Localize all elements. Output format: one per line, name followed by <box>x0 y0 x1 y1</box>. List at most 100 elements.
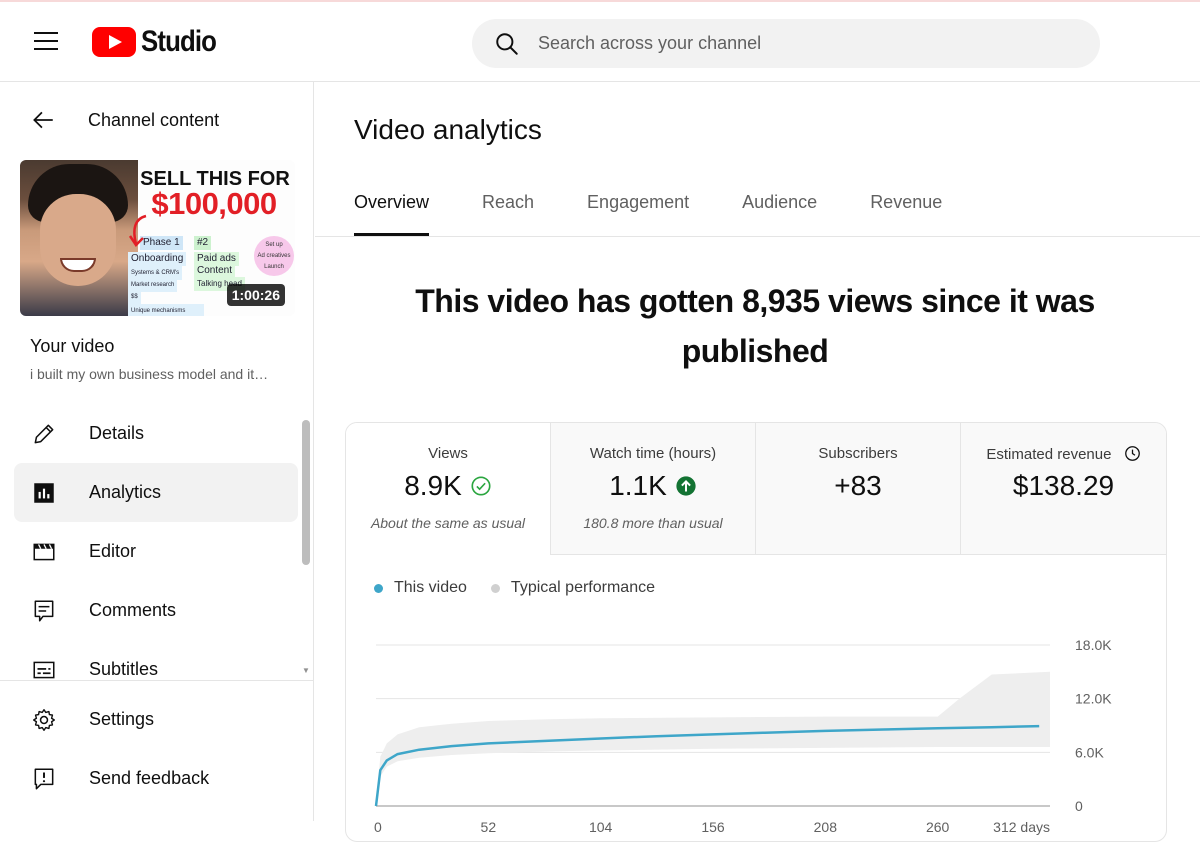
clapperboard-icon <box>33 543 55 560</box>
sidebar-item-label: Settings <box>89 709 155 729</box>
sidebar-item-label: Analytics <box>89 482 162 502</box>
x-tick-label: 52 <box>481 819 497 835</box>
sidebar-divider <box>0 680 314 681</box>
page-title: Video analytics <box>354 114 542 145</box>
sidebar-item-label: Comments <box>89 600 177 620</box>
overview-card: Views 8.9K About the same as usual Watch… <box>345 422 1167 842</box>
menu-icon[interactable] <box>34 32 58 52</box>
legend-dot-icon <box>374 583 383 593</box>
x-tick-label: 156 <box>701 819 725 835</box>
tab-engagement[interactable]: Engagement <box>587 192 689 236</box>
search-bar[interactable] <box>472 19 1100 68</box>
sidebar-item-label: Subtitles <box>89 659 159 679</box>
sidebar-item-settings[interactable]: Settings <box>14 690 298 749</box>
tab-reach[interactable]: Reach <box>482 192 534 236</box>
tab-audience[interactable]: Audience <box>742 192 817 236</box>
search-icon[interactable] <box>494 31 520 57</box>
clock-icon[interactable] <box>1124 445 1141 462</box>
typical-performance-band <box>376 671 1050 806</box>
metric-note: About the same as usual <box>370 515 526 531</box>
thumbnail-headline-2: $100,000 <box>151 186 277 221</box>
metric-subscribers[interactable]: Subscribers +83 <box>756 423 961 555</box>
sidebar-item-details[interactable]: Details <box>14 404 298 463</box>
metric-value: $138.29 <box>1012 470 1115 501</box>
legend-label: Typical performance <box>510 579 655 596</box>
tab-revenue[interactable]: Revenue <box>870 192 942 236</box>
sidebar-item-send-feedback[interactable]: Send feedback <box>14 749 298 808</box>
sidebar-item-subtitles[interactable]: Subtitles <box>14 640 298 680</box>
views-headline: This video has gotten 8,935 views since … <box>415 283 1095 369</box>
thumbnail-setup: Set up <box>265 242 283 248</box>
metric-label-row: Estimated revenue <box>961 445 1166 463</box>
legend-label: This video <box>394 579 467 596</box>
subtitles-icon <box>33 661 55 678</box>
tabs-divider <box>315 236 1200 237</box>
thumbnail-person <box>20 160 138 316</box>
sidebar: Channel content SELL THIS FOR $100,000 P… <box>0 82 314 821</box>
x-tick-label: 260 <box>926 819 950 835</box>
your-video-label: Your video <box>30 336 115 356</box>
top-header: Studio <box>0 0 1200 82</box>
thumbnail-content: Content <box>194 264 236 278</box>
sidebar-item-label: Details <box>89 423 145 443</box>
arrow-left-icon <box>33 111 53 129</box>
video-title[interactable]: i built my own business model and it… <box>30 366 290 382</box>
feedback-icon <box>34 767 54 790</box>
metric-tabs: Views 8.9K About the same as usual Watch… <box>346 423 1166 555</box>
video-thumbnail[interactable]: SELL THIS FOR $100,000 Phase 1 #2 Onboar… <box>20 160 295 316</box>
sidebar-bottom-nav: Settings Send feedback <box>14 690 298 808</box>
youtube-play-icon <box>92 27 136 57</box>
y-tick-label: 12.0K <box>1075 691 1112 707</box>
back-to-channel-content[interactable]: Channel content <box>30 106 219 134</box>
analytics-icon <box>34 482 54 503</box>
main-content: Video analytics Overview Reach Engagemen… <box>315 82 1200 842</box>
x-tick-label: 0 <box>374 819 382 835</box>
sidebar-nav: Details Analytics Editor Comments Subtit… <box>14 404 298 680</box>
analytics-tabs: Overview Reach Engagement Audience Reven… <box>354 192 995 236</box>
metric-estimated-revenue[interactable]: Estimated revenue $138.29 <box>961 423 1166 555</box>
metric-value: 8.9K <box>404 470 462 501</box>
thumbnail-onboarding: Onboarding <box>128 252 187 266</box>
x-tick-label: 208 <box>814 819 838 835</box>
logo-text: Studio <box>141 25 217 58</box>
gear-icon <box>33 708 55 731</box>
thumbnail-launch-circle: Set up Ad creatives Launch <box>254 236 294 276</box>
legend-this-video[interactable]: This video <box>374 579 467 597</box>
metric-views[interactable]: Views 8.9K About the same as usual <box>346 423 551 555</box>
metric-label: Estimated revenue <box>986 446 1112 463</box>
video-duration: 1:00:26 <box>226 284 285 306</box>
views-chart[interactable]: 0 6.0K 12.0K 18.0K 0 52 104 156 208 260 312 days <box>346 603 1166 842</box>
legend-typical[interactable]: Typical performance <box>490 579 655 597</box>
metric-label: Views <box>428 445 468 462</box>
arrow-up-circle-icon <box>676 476 696 496</box>
metric-value: 1.1K <box>609 470 667 501</box>
scroll-down-icon[interactable]: ▼ <box>302 666 310 675</box>
studio-logo[interactable]: Studio <box>92 24 228 60</box>
metric-note: 180.8 more than usual <box>583 515 723 531</box>
sidebar-item-label: Editor <box>89 541 137 561</box>
comment-icon <box>34 599 54 622</box>
thumbnail-unique: Unique mechanisms <box>128 304 204 316</box>
thumbnail-launch: Launch <box>264 264 284 270</box>
x-tick-label: 312 days <box>993 819 1050 835</box>
y-tick-label: 6.0K <box>1075 744 1104 760</box>
metric-label: Watch time (hours) <box>589 445 717 462</box>
metric-label: Subscribers <box>818 445 898 462</box>
metric-value: +83 <box>834 470 882 501</box>
search-input[interactable] <box>538 33 1038 54</box>
sidebar-item-label: Send feedback <box>89 768 210 788</box>
x-tick-label: 104 <box>589 819 613 835</box>
thumbnail-step2: #2 <box>194 236 212 250</box>
thumbnail-dollars: $$ <box>128 290 141 304</box>
sidebar-item-analytics[interactable]: Analytics <box>14 463 298 522</box>
chart-legend: This video Typical performance <box>374 579 679 597</box>
metric-watch-time[interactable]: Watch time (hours) 1.1K 180.8 more than … <box>551 423 756 555</box>
back-label: Channel content <box>88 109 220 130</box>
pencil-icon <box>34 424 54 443</box>
sidebar-item-comments[interactable]: Comments <box>14 581 298 640</box>
sidebar-scrollbar[interactable] <box>302 420 310 565</box>
thumbnail-arrow-icon <box>128 214 147 247</box>
tab-overview[interactable]: Overview <box>354 192 430 236</box>
sidebar-item-editor[interactable]: Editor <box>14 522 298 581</box>
legend-dot-icon <box>490 583 500 593</box>
